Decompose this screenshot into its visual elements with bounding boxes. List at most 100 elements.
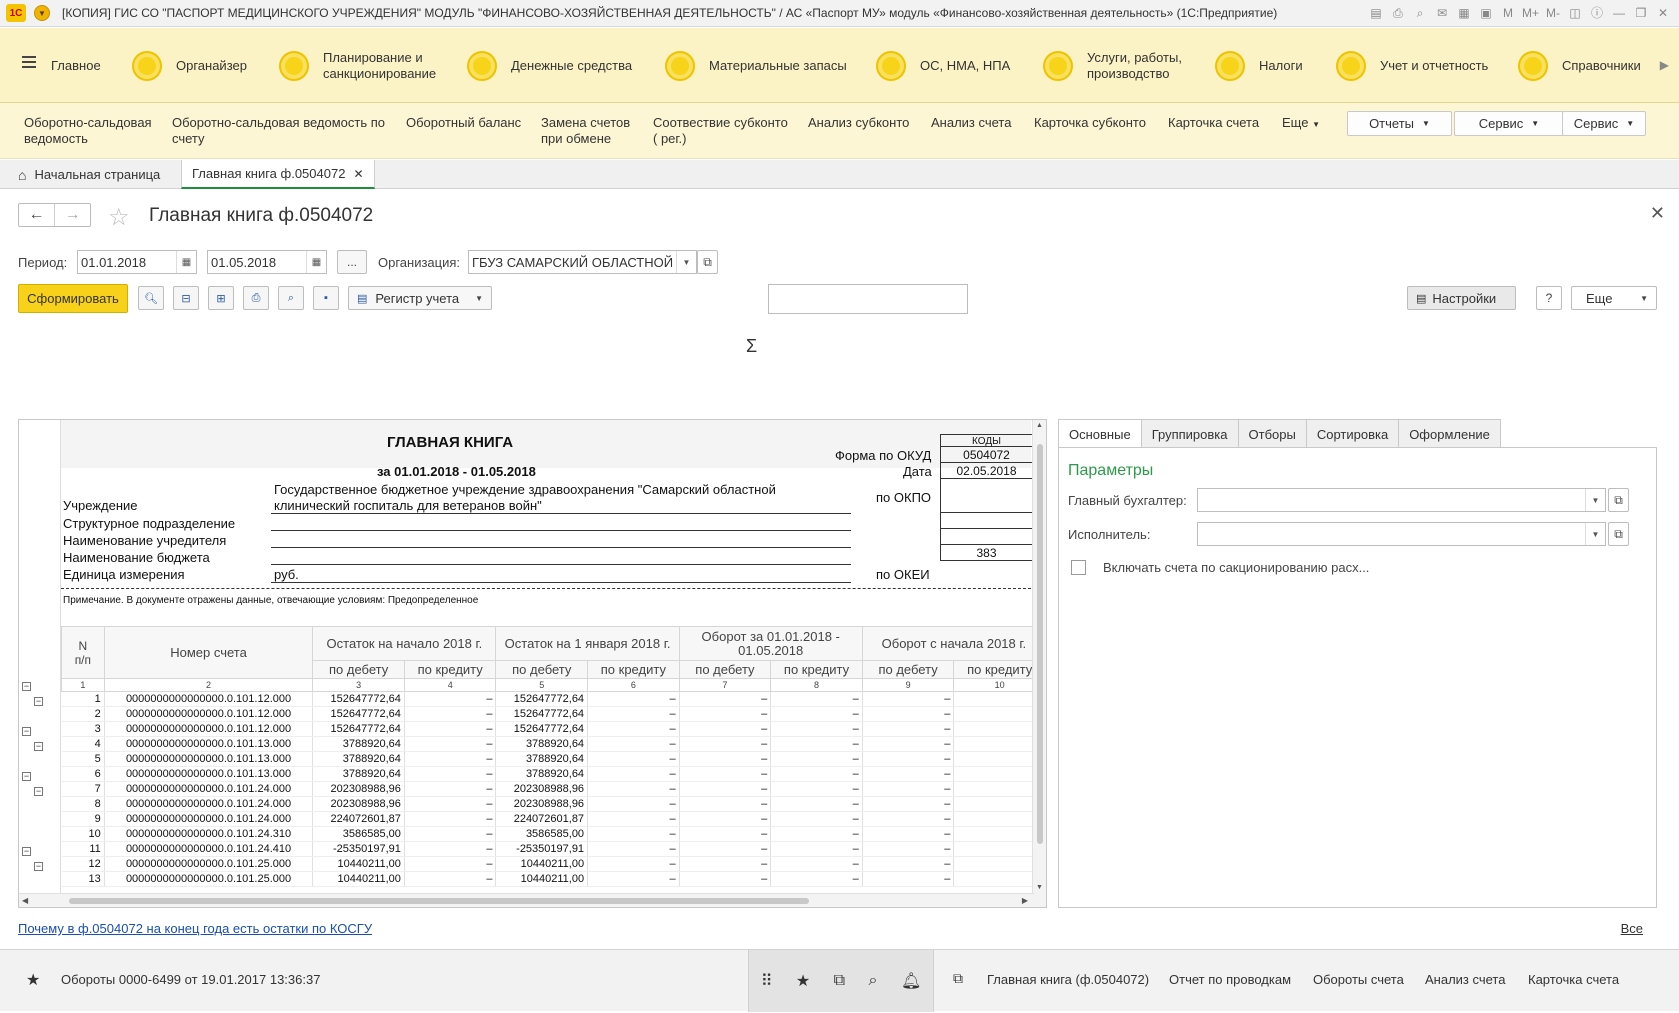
section-materials[interactable]: Материальные запасы	[665, 28, 847, 103]
chevron-down-icon[interactable]: ▼	[1585, 489, 1605, 511]
history-item[interactable]: Обороты 0000-6499 от 19.01.2017 13:36:37	[61, 972, 320, 987]
scroll-right-icon[interactable]: ▶	[1022, 896, 1028, 905]
func-trial-balance[interactable]: Оборотно-сальдовая ведомость	[24, 115, 152, 147]
mminus-icon[interactable]: M-	[1545, 4, 1561, 22]
table-row[interactable]: 11 0000000000000000.0.101.24.410 -25350197…	[61, 841, 1046, 857]
minimize-icon[interactable]: —	[1611, 4, 1627, 22]
section-references[interactable]: Справочники	[1518, 28, 1641, 103]
func-turnover-balance[interactable]: Оборотный баланс	[406, 115, 521, 131]
section-main[interactable]: Главное	[51, 28, 101, 103]
table-row[interactable]: 6 0000000000000000.0.101.13.000 3788920,64…	[61, 766, 1046, 782]
open-item-postings[interactable]: Отчет по проводкам	[1169, 972, 1291, 987]
settings-button[interactable]: ▤ Настройки	[1407, 286, 1516, 310]
register-dropdown[interactable]: ▤ Регистр учета ▼	[348, 286, 492, 310]
close-window-icon[interactable]: ✕	[1655, 4, 1671, 22]
save-icon[interactable]: ▤	[1368, 4, 1384, 22]
table-row[interactable]: 2 0000000000000000.0.101.12.000 152647772,…	[61, 706, 1046, 722]
kosgu-help-link[interactable]: Почему в ф.0504072 на конец года есть ос…	[18, 921, 372, 936]
table-row[interactable]: 9 0000000000000000.0.101.24.000 224072601,…	[61, 811, 1046, 827]
vertical-scrollbar[interactable]: ▲ ▼	[1032, 420, 1046, 907]
expand-groups-icon[interactable]: ⊞	[208, 286, 234, 310]
table-row[interactable]: 4 0000000000000000.0.101.13.000 3788920,64…	[61, 736, 1046, 752]
more-button[interactable]: Еще ▼	[1571, 286, 1657, 310]
calendar-icon[interactable]: ▦	[176, 251, 196, 273]
section-accounting[interactable]: Учет и отчетность	[1336, 28, 1488, 103]
scroll-down-icon[interactable]: ▼	[1036, 884, 1043, 891]
search-icon[interactable]: ⌕	[869, 972, 878, 990]
table-row[interactable]: 3 0000000000000000.0.101.12.000 152647772,…	[61, 721, 1046, 737]
calendar-icon[interactable]: ▣	[1478, 4, 1494, 22]
print-icon[interactable]: ⎙	[243, 286, 269, 310]
calc-icon[interactable]: ▦	[1456, 4, 1472, 22]
back-arrow-icon[interactable]: ←	[19, 204, 55, 226]
sum-field[interactable]	[768, 284, 968, 314]
tab-home[interactable]: ⌂ Начальная страница	[18, 160, 172, 189]
panels-icon[interactable]: ◫	[1567, 4, 1583, 22]
close-form-icon[interactable]: ✕	[1650, 203, 1665, 224]
scroll-up-icon[interactable]: ▲	[1036, 422, 1043, 429]
tab-formatting[interactable]: Оформление	[1398, 419, 1501, 448]
menu-burger-icon[interactable]	[22, 56, 36, 71]
table-row[interactable]: 12 0000000000000000.0.101.25.000 10440211,…	[61, 856, 1046, 872]
group-collapse-icon[interactable]: −	[22, 847, 31, 856]
group-collapse-icon[interactable]: −	[34, 787, 43, 796]
calendar-icon[interactable]: ▦	[306, 251, 326, 273]
generate-button[interactable]: Сформировать	[18, 284, 128, 313]
executor-field[interactable]: ▼	[1197, 522, 1606, 546]
sections-scroll-right-icon[interactable]: ▶	[1660, 58, 1669, 72]
group-collapse-icon[interactable]: −	[22, 727, 31, 736]
close-tab-icon[interactable]: ✕	[353, 167, 363, 181]
func-account-card[interactable]: Карточка счета	[1168, 115, 1259, 131]
section-money[interactable]: Денежные средства	[467, 28, 632, 103]
mplus-icon[interactable]: M+	[1522, 4, 1539, 22]
search-icon[interactable]: 🔍︎	[138, 286, 164, 310]
tab-sorting[interactable]: Сортировка	[1305, 419, 1400, 448]
date-from-field[interactable]: 01.01.2018 ▦	[77, 250, 197, 274]
table-row[interactable]: 1 0000000000000000.0.101.12.000 152647772,…	[61, 691, 1046, 707]
func-subconto-card[interactable]: Карточка субконто	[1034, 115, 1146, 131]
org-field[interactable]: ГБУЗ САМАРСКИЙ ОБЛАСТНОЙ ▼	[468, 250, 697, 274]
date-to-field[interactable]: 01.05.2018 ▦	[207, 250, 327, 274]
horizontal-scrollbar[interactable]: ◀ ▶	[19, 893, 1034, 907]
help-button[interactable]: ?	[1536, 286, 1562, 310]
period-select-button[interactable]: ...	[337, 250, 367, 274]
open-item-ledger[interactable]: Главная книга (ф.0504072)	[987, 972, 1149, 987]
table-row[interactable]: 7 0000000000000000.0.101.24.000 202308988,…	[61, 781, 1046, 797]
open-item-turnovers[interactable]: Обороты счета	[1313, 972, 1404, 987]
star-icon[interactable]: ★	[26, 970, 40, 990]
group-collapse-icon[interactable]: −	[34, 697, 43, 706]
func-more[interactable]: Еще ▼	[1282, 115, 1320, 133]
open-chief-icon[interactable]: ⧉	[1608, 488, 1629, 512]
tab-filters[interactable]: Отборы	[1237, 419, 1307, 448]
m-icon[interactable]: M	[1500, 4, 1516, 22]
func-account-analysis[interactable]: Анализ счета	[931, 115, 1011, 131]
func-trial-balance-account[interactable]: Оборотно-сальдовая ведомость по счету	[172, 115, 385, 147]
forward-arrow-icon[interactable]: →	[55, 204, 90, 226]
tab-basic[interactable]: Основные	[1058, 419, 1142, 448]
section-planning[interactable]: Планирование и санкционирование	[279, 28, 436, 103]
open-item-account-analysis[interactable]: Анализ счета	[1425, 972, 1505, 987]
collapse-groups-icon[interactable]: ⊟	[173, 286, 199, 310]
app-logo-icon[interactable]: 1С	[6, 4, 26, 22]
reports-button[interactable]: Отчеты ▼	[1347, 111, 1452, 136]
restore-icon[interactable]: ❐	[1633, 4, 1649, 22]
open-item-account-card[interactable]: Карточка счета	[1528, 972, 1619, 987]
all-link[interactable]: Все	[1621, 921, 1643, 936]
chevron-down-icon[interactable]: ▼	[1585, 523, 1605, 545]
grid-icon[interactable]: ⠿	[761, 971, 773, 991]
preview-icon[interactable]: ⌕	[278, 286, 304, 310]
service-button-1[interactable]: Сервис ▼	[1454, 111, 1564, 136]
group-collapse-icon[interactable]: −	[34, 742, 43, 751]
table-row[interactable]: 10 0000000000000000.0.101.24.310 3586585,0…	[61, 826, 1046, 842]
info-icon[interactable]: ⓘ	[1589, 4, 1605, 22]
func-subconto-analysis[interactable]: Анализ субконто	[808, 115, 909, 131]
table-row[interactable]: 13 0000000000000000.0.101.25.000 10440211,…	[61, 871, 1046, 887]
email-icon[interactable]: ✉	[1434, 4, 1450, 22]
table-row[interactable]: 5 0000000000000000.0.101.13.000 3788920,64…	[61, 751, 1046, 767]
func-subconto-match[interactable]: Соотвествие субконто ( рег.)	[653, 115, 788, 147]
group-collapse-icon[interactable]: −	[22, 682, 31, 691]
favorites-icon[interactable]: ★	[796, 971, 810, 991]
chief-accountant-field[interactable]: ▼	[1197, 488, 1606, 512]
group-collapse-icon[interactable]: −	[34, 862, 43, 871]
scroll-thumb[interactable]	[69, 898, 809, 904]
